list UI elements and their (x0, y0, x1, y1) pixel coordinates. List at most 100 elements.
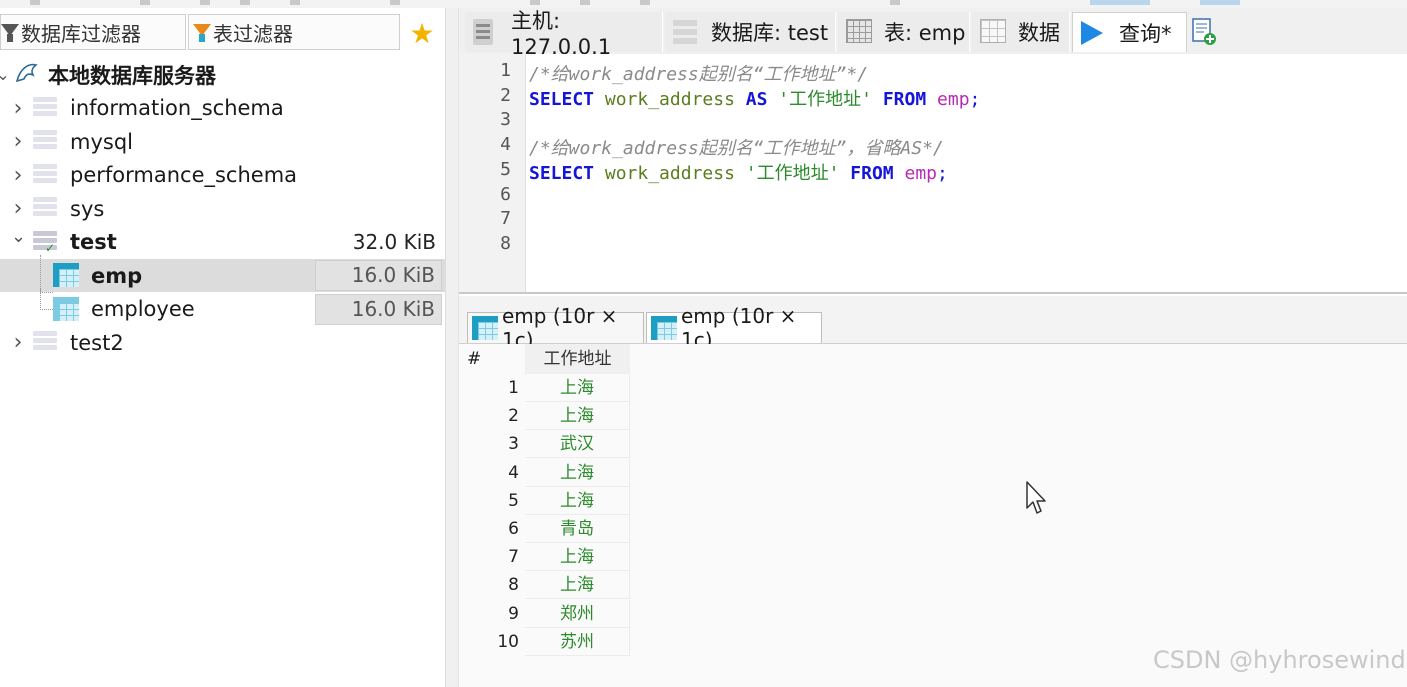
code-token-sp (839, 163, 850, 184)
chevron-right-icon[interactable]: › (11, 196, 25, 221)
database-icon (673, 19, 699, 45)
table-row[interactable]: 3 武汉 (459, 430, 630, 459)
database-icon (33, 130, 57, 154)
table-filter-input[interactable]: 表过滤器 (188, 14, 400, 50)
database-node-information_schema[interactable]: › information_schema (0, 92, 445, 125)
table-row[interactable]: 8 上海 (459, 571, 630, 600)
row-number: 2 (508, 406, 519, 427)
tab-label: 数据 (1018, 21, 1060, 45)
new-query-tab-icon[interactable] (1191, 18, 1217, 46)
chevron-right-icon[interactable]: › (11, 163, 25, 188)
chevron-down-icon[interactable]: ⌄ (11, 226, 26, 247)
table-row[interactable]: 4 上海 (459, 458, 630, 487)
cell-work-address[interactable]: 上海 (525, 486, 630, 515)
chevron-right-icon[interactable]: › (11, 96, 25, 121)
cell-work-address[interactable]: 上海 (525, 543, 630, 572)
code-line[interactable]: /*给work_address起别名“工作地址”*/ (529, 60, 868, 86)
database-label: test2 (70, 330, 124, 355)
favorites-star-icon[interactable]: ★ (402, 18, 442, 50)
tree-connector (40, 255, 53, 293)
tab-play[interactable]: 查询* (1072, 12, 1187, 52)
data-grid-icon (980, 19, 1006, 45)
database-node-test2[interactable]: › test2 (0, 326, 445, 359)
code-token-str: '工作地址' (745, 162, 840, 184)
table-row[interactable]: 1 上海 (459, 374, 630, 402)
code-token-sp (735, 163, 746, 184)
chevron-right-icon[interactable]: › (11, 330, 25, 355)
tab-server[interactable]: 主机: 127.0.0.1 (465, 9, 663, 59)
tab-database[interactable]: 数据库: test (665, 12, 836, 52)
row-number: 7 (508, 547, 519, 568)
code-token-id: work_address (604, 88, 735, 110)
code-line[interactable]: SELECT work_address '工作地址' FROM emp; (529, 159, 948, 185)
database-icon (33, 331, 57, 355)
cell-work-address[interactable]: 郑州 (525, 599, 630, 628)
row-number: 5 (508, 490, 519, 511)
table-icon (846, 19, 872, 45)
code-token-sp (926, 89, 937, 110)
table-node-employee[interactable]: employee 16.0 KiB (0, 288, 445, 326)
cell-work-address[interactable]: 上海 (525, 458, 630, 487)
tab-label: 查询* (1119, 21, 1172, 46)
code-token-tb: emp (904, 162, 938, 184)
database-node-mysql[interactable]: › mysql (0, 125, 445, 158)
code-token-cm: /*给work_address起别名“工作地址”，省略AS*/ (529, 138, 944, 160)
main-tab-bar: 主机: 127.0.0.1 数据库: test 表: emp 数据 查询* (459, 8, 1407, 59)
cell-work-address[interactable]: 苏州 (525, 627, 630, 656)
result-tab-1[interactable]: emp (10r × 1c) (467, 304, 644, 352)
table-row[interactable]: 6 青岛 (459, 515, 630, 543)
panel-splitter[interactable] (445, 8, 459, 687)
cell-work-address[interactable]: 上海 (525, 374, 630, 402)
table-row[interactable]: 5 上海 (459, 486, 630, 515)
code-token-kw: SELECT (529, 88, 595, 110)
code-token-sp (594, 163, 605, 184)
database-filter-label: 数据库过滤器 (21, 21, 141, 46)
result-grid[interactable]: # 工作地址 1 上海 2 上海 3 武汉 4 上海 5 上海 6 青岛 7 上海 8 上海 9 郑州 10 苏州 (459, 344, 1407, 687)
line-number: 1 (500, 60, 511, 81)
database-label: mysql (70, 129, 133, 154)
sql-editor[interactable]: 12345678 /*给work_address起别名“工作地址”*/SELEC… (459, 54, 1407, 294)
database-node-sys[interactable]: › sys (0, 192, 445, 225)
cell-work-address[interactable]: 青岛 (525, 515, 630, 543)
code-token-sp (594, 89, 605, 110)
chevron-right-icon[interactable]: › (11, 129, 25, 154)
table-row[interactable]: 10 苏州 (459, 627, 630, 656)
code-token-kw: SELECT (529, 162, 595, 184)
database-label: test (70, 230, 117, 254)
cell-work-address[interactable]: 武汉 (525, 430, 630, 459)
code-token-sp (767, 89, 778, 110)
row-number: 9 (508, 603, 519, 624)
database-filter-input[interactable]: 数据库过滤器 (0, 14, 186, 50)
collapse-chevron-icon[interactable]: ⌄ (0, 65, 10, 84)
tab-table[interactable]: 表: emp (838, 12, 970, 52)
code-token-sp (735, 89, 746, 110)
tab-data-grid[interactable]: 数据 (972, 12, 1070, 52)
database-navigator-panel: 数据库过滤器 表过滤器 ★ ⌄ 本地数据库服务器 › information_sche… (0, 8, 445, 687)
mouse-pointer-icon (1025, 480, 1049, 516)
code-token-id: work_address (604, 162, 735, 184)
line-number: 6 (500, 183, 511, 205)
database-node-performance_schema[interactable]: › performance_schema (0, 159, 445, 192)
code-token-tb: emp (937, 88, 970, 110)
database-icon (33, 96, 57, 121)
server-node[interactable]: ⌄ 本地数据库服务器 (0, 58, 445, 91)
table-row[interactable]: 2 上海 (459, 402, 630, 431)
cell-work-address[interactable]: 上海 (525, 571, 630, 600)
table-node-emp[interactable]: emp 16.0 KiB (0, 255, 445, 293)
table-icon (472, 316, 498, 340)
code-token-kw: FROM (882, 88, 927, 110)
code-token-kw: FROM (850, 162, 894, 184)
tree-connector (40, 288, 53, 310)
database-node-test[interactable]: ⌄ ✓ test 32.0 KiB (0, 226, 445, 259)
table-row[interactable]: 9 郑州 (459, 599, 630, 628)
column-header-work-address[interactable]: 工作地址 (525, 344, 630, 374)
line-number: 2 (500, 84, 511, 106)
table-row[interactable]: 7 上海 (459, 543, 630, 572)
row-number-header: # (467, 349, 482, 369)
code-line[interactable]: /*给work_address起别名“工作地址”，省略AS*/ (529, 134, 944, 160)
row-number: 1 (508, 378, 519, 398)
tab-label: 表: emp (884, 21, 966, 45)
result-tab-2[interactable]: emp (10r × 1c) (646, 304, 822, 352)
code-line[interactable]: SELECT work_address AS '工作地址' FROM emp; (529, 85, 980, 111)
cell-work-address[interactable]: 上海 (525, 402, 630, 431)
